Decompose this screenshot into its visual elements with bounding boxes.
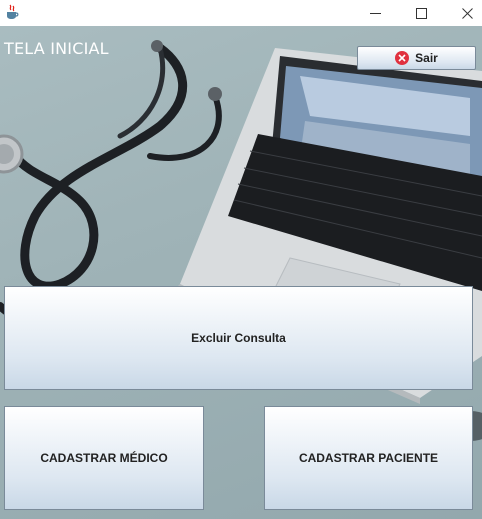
- close-icon: [461, 7, 473, 19]
- excluir-consulta-label: Excluir Consulta: [191, 331, 286, 345]
- window-close-button[interactable]: [444, 0, 482, 26]
- cadastrar-paciente-label: CADASTRAR PACIENTE: [298, 451, 439, 465]
- java-coffee-icon: [7, 4, 19, 19]
- main-panel: TELA INICIAL Sair Excluir Consulta CADAS…: [0, 26, 482, 519]
- minimize-icon: [369, 12, 381, 14]
- maximize-button[interactable]: [398, 0, 444, 26]
- page-title: TELA INICIAL: [4, 39, 109, 58]
- close-circle-icon: [395, 51, 410, 65]
- maximize-icon: [415, 7, 427, 19]
- window-title-bar: [0, 0, 482, 26]
- cadastrar-paciente-button[interactable]: CADASTRAR PACIENTE: [264, 406, 473, 510]
- cadastrar-medico-button[interactable]: CADASTRAR MÉDICO: [4, 406, 204, 510]
- sair-button[interactable]: Sair: [357, 46, 476, 70]
- sair-button-label: Sair: [415, 51, 438, 65]
- cadastrar-medico-label: CADASTRAR MÉDICO: [40, 451, 168, 465]
- excluir-consulta-button[interactable]: Excluir Consulta: [4, 286, 473, 390]
- minimize-button[interactable]: [352, 0, 398, 26]
